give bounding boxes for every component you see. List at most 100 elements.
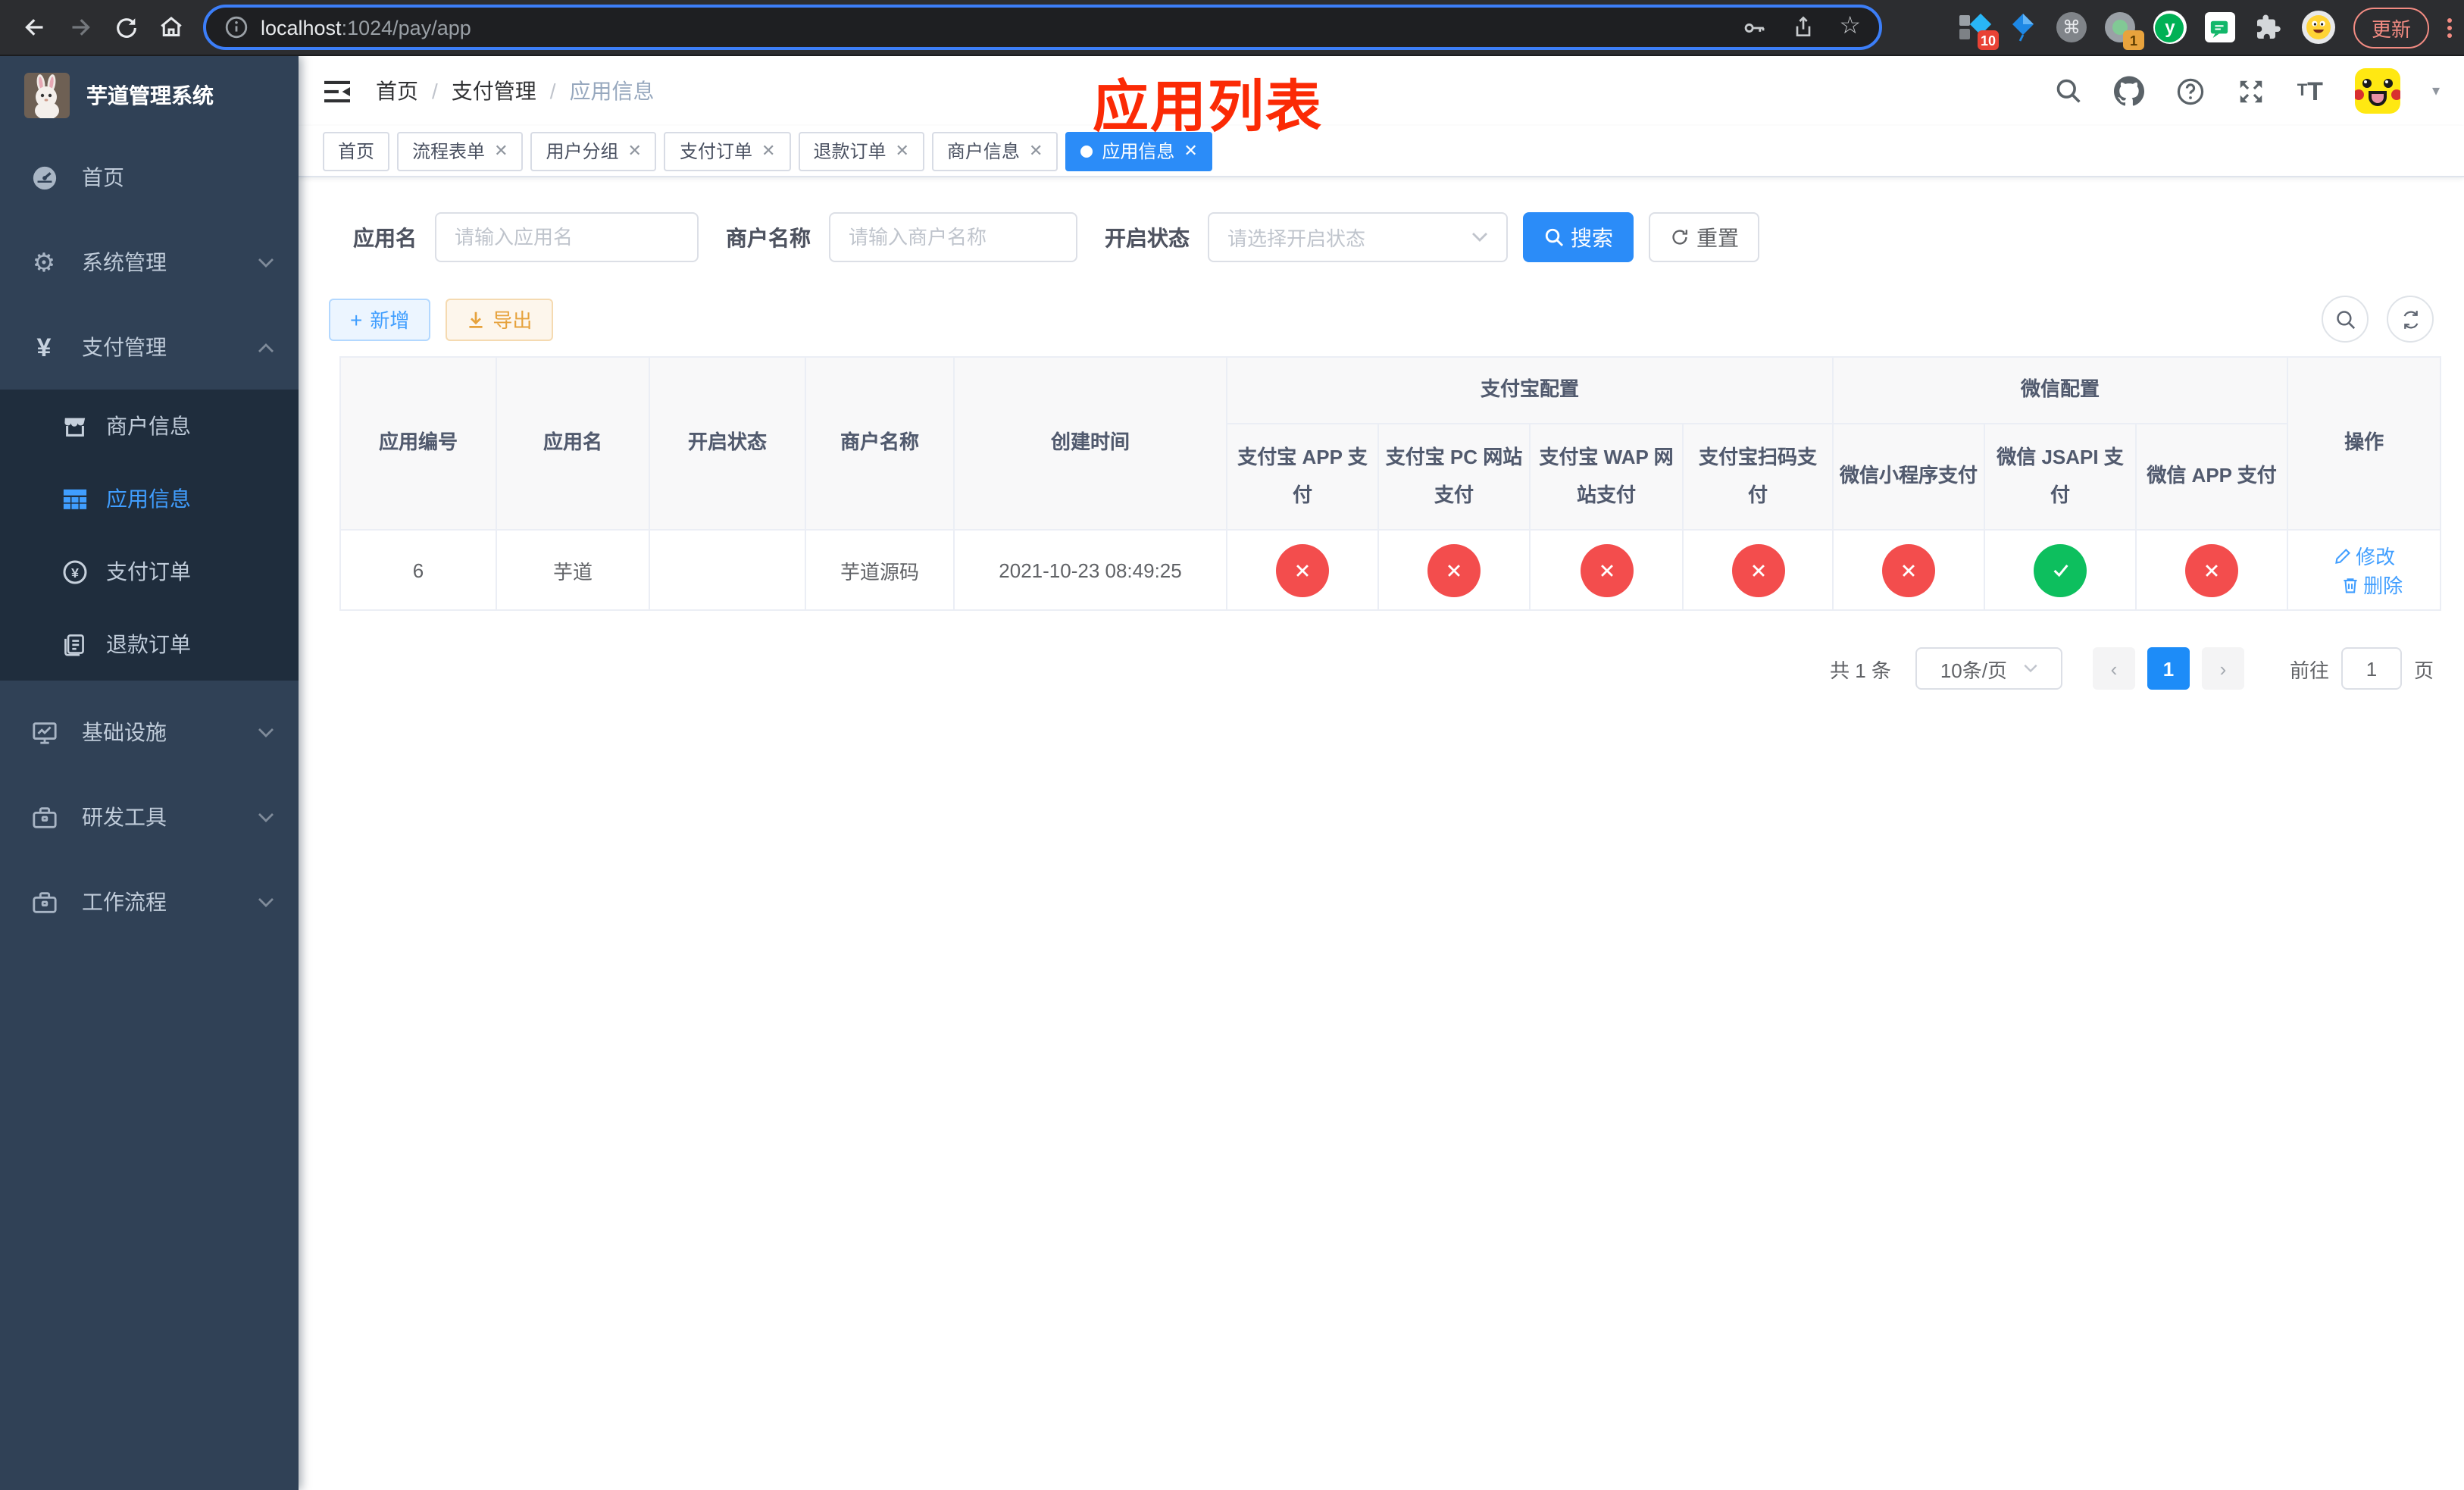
tab-payment-orders[interactable]: 支付订单 ✕ — [664, 131, 791, 171]
kite-extension-icon[interactable] — [2008, 12, 2038, 42]
merchant-name-input[interactable] — [829, 212, 1077, 262]
current-page[interactable]: 1 — [2147, 647, 2190, 690]
monitor-icon — [30, 718, 58, 746]
bookmark-star-icon[interactable]: ☆ — [1839, 14, 1861, 39]
edit-button[interactable]: 修改 — [2333, 541, 2395, 570]
download-icon — [469, 311, 483, 327]
gear-icon: ⚙ — [32, 248, 56, 277]
svg-text:¥: ¥ — [70, 565, 78, 580]
tab-refund-orders[interactable]: 退款订单 ✕ — [798, 131, 924, 171]
tab-groups-extension-icon[interactable]: 10 — [1959, 12, 1999, 50]
reload-button[interactable] — [103, 5, 149, 50]
help-button[interactable] — [2176, 77, 2205, 105]
goto-page-input[interactable] — [2340, 647, 2402, 690]
close-icon[interactable]: ✕ — [628, 141, 642, 161]
prev-page-button[interactable]: ‹ — [2092, 647, 2135, 690]
share-button[interactable] — [1790, 15, 1815, 39]
font-size-button[interactable]: TT — [2297, 78, 2323, 104]
tab-merchant-info[interactable]: 商户信息 ✕ — [931, 131, 1058, 171]
cross-status-icon — [1731, 543, 1784, 596]
caret-down-icon[interactable]: ▾ — [2432, 83, 2440, 99]
sidebar-item-app-info[interactable]: 应用信息 — [0, 462, 299, 535]
profile-avatar-icon[interactable] — [2301, 11, 2335, 44]
col-open-status: 开启状态 — [649, 356, 806, 531]
sidebar-item-system[interactable]: ⚙ 系统管理 — [0, 220, 299, 305]
recorder-extension-icon[interactable]: 1 — [2104, 12, 2144, 50]
forward-button[interactable] — [58, 5, 103, 50]
github-icon — [2113, 76, 2144, 106]
close-icon[interactable]: ✕ — [494, 141, 508, 161]
close-icon[interactable]: ✕ — [1029, 141, 1043, 161]
close-icon[interactable]: ✕ — [761, 141, 775, 161]
breadcrumb-payment[interactable]: 支付管理 — [452, 76, 536, 106]
close-icon[interactable]: ✕ — [895, 141, 908, 161]
tab-process-form[interactable]: 流程表单 ✕ — [397, 131, 524, 171]
page-info-icon[interactable] — [224, 15, 249, 39]
collapse-sidebar-button[interactable] — [323, 78, 352, 104]
chat-extension-icon[interactable] — [2204, 12, 2235, 42]
tab-user-group[interactable]: 用户分组 ✕ — [530, 131, 657, 171]
delete-button[interactable]: 删除 — [2340, 570, 2403, 599]
close-icon[interactable]: ✕ — [1184, 141, 1197, 161]
sidebar-item-dev-tools[interactable]: 研发工具 — [0, 775, 299, 859]
back-icon — [25, 19, 43, 36]
merchant-name-label: 商户名称 — [726, 225, 811, 249]
refresh-table-button[interactable] — [2387, 296, 2434, 343]
key-button[interactable] — [1740, 14, 1766, 40]
back-button[interactable] — [12, 5, 58, 50]
table-row: 6 芋道 芋道源码 2021-10-23 08:49:25 修改 删除 — [339, 529, 2442, 611]
col-app-id: 应用编号 — [339, 356, 497, 531]
fullscreen-button[interactable] — [2237, 77, 2265, 105]
next-page-button[interactable]: › — [2201, 647, 2244, 690]
plus-icon: + — [350, 307, 363, 331]
sidebar-logo-row[interactable]: 芋道管理系统 — [0, 56, 299, 135]
command-extension-icon[interactable]: ⌘ — [2056, 12, 2087, 42]
goto-label: 前往 — [2289, 659, 2329, 681]
home-icon — [161, 17, 182, 36]
status-select[interactable]: 请选择开启状态 — [1208, 212, 1508, 262]
chevron-down-icon — [258, 257, 274, 268]
sidebar-item-merchant-info[interactable]: 商户信息 — [0, 390, 299, 462]
url-bar[interactable]: localhost:1024/pay/app ☆ — [203, 5, 1882, 50]
page-size-select[interactable]: 10条/页 — [1915, 647, 2062, 690]
col-alipay-pc: 支付宝 PC 网站支付 — [1377, 423, 1531, 531]
sidebar-item-home[interactable]: 首页 — [0, 135, 299, 220]
page-content: 应用名 商户名称 开启状态 请选择开启状态 搜索 重置 — [299, 212, 2464, 690]
shop-icon — [61, 412, 88, 440]
github-button[interactable] — [2113, 76, 2144, 106]
search-button-form[interactable]: 搜索 — [1523, 212, 1634, 262]
navbar-actions: TT ▾ — [2055, 68, 2440, 114]
add-button[interactable]: + 新增 — [329, 298, 431, 340]
reset-button[interactable]: 重置 — [1649, 212, 1759, 262]
main-area: 应用列表 首页 / 支付管理 / 应用信息 T T ▾ 首页 流程表单 ✕ 用户… — [299, 56, 2464, 1490]
user-avatar[interactable] — [2354, 68, 2400, 114]
browser-toolbar: localhost:1024/pay/app ☆ 10 ⌘ 1 y 更新 — [0, 0, 2464, 56]
chevron-down-icon — [258, 812, 274, 822]
app-name-label: 应用名 — [353, 225, 417, 249]
tab-home[interactable]: 首页 — [323, 131, 390, 171]
extension-badge: 10 — [1977, 30, 1999, 50]
cross-status-icon — [2185, 543, 2239, 596]
export-button[interactable]: 导出 — [446, 298, 554, 340]
sidebar-item-workflow[interactable]: 工作流程 — [0, 859, 299, 944]
app-name-input[interactable] — [435, 212, 699, 262]
extension-badge: 1 — [2122, 30, 2144, 50]
home-button[interactable] — [149, 5, 194, 50]
sidebar-item-payment[interactable]: ¥ 支付管理 — [0, 305, 299, 390]
sidebar-item-payment-orders[interactable]: ¥ 支付订单 — [0, 535, 299, 608]
kebab-menu-icon[interactable] — [2447, 17, 2452, 37]
extensions-puzzle-icon[interactable] — [2253, 12, 2284, 42]
y-extension-icon[interactable]: y — [2153, 11, 2187, 44]
pagination-total: 共 1 条 — [1830, 659, 1891, 681]
edit-icon — [2334, 547, 2350, 563]
sidebar-item-infrastructure[interactable]: 基础设施 — [0, 690, 299, 775]
col-wx-app: 微信 APP 支付 — [2135, 423, 2289, 531]
table-toolbar: + 新增 导出 — [329, 296, 2434, 343]
search-button[interactable] — [2055, 77, 2082, 105]
sidebar-item-refund-orders[interactable]: 退款订单 — [0, 608, 299, 681]
col-wx-lite: 微信小程序支付 — [1832, 423, 1986, 531]
reload-icon — [116, 17, 136, 37]
show-search-button[interactable] — [2322, 296, 2369, 343]
breadcrumb-home[interactable]: 首页 — [376, 76, 418, 106]
update-button[interactable]: 更新 — [2353, 7, 2429, 48]
